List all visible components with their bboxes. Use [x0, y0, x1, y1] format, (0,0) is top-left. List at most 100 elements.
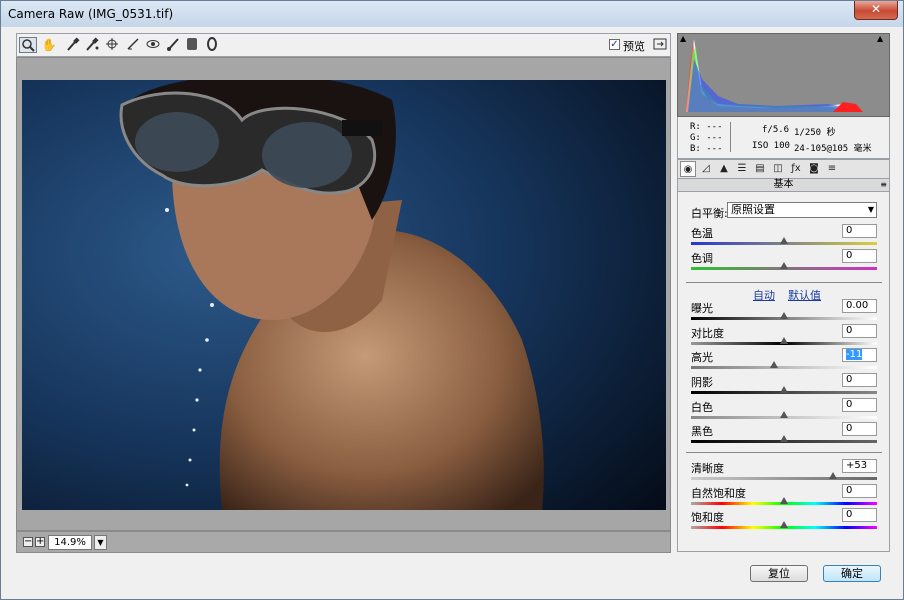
slider-value-field[interactable]: 0: [842, 373, 877, 387]
slider-label: 自然饱和度: [691, 487, 746, 500]
auto-link[interactable]: 自动: [753, 287, 775, 303]
preview-checkbox[interactable]: ✓: [609, 39, 620, 50]
tab-camera-calibration-icon[interactable]: ◙: [806, 161, 822, 177]
photo-preview[interactable]: [22, 80, 666, 510]
slider-thumb[interactable]: [780, 521, 788, 528]
slider-label: 色温: [691, 227, 713, 240]
white-balance-value: 原照设置: [731, 203, 775, 216]
red-eye-icon[interactable]: [144, 37, 162, 53]
slider-label: 饱和度: [691, 511, 724, 524]
slider-value-text: 0.00: [846, 300, 869, 311]
targeted-adjustment-icon[interactable]: [103, 37, 121, 53]
hand-tool-icon[interactable]: ✋: [40, 37, 58, 53]
zoom-bar: − + 14.9% ▼: [16, 531, 671, 553]
straighten-icon[interactable]: [124, 37, 142, 53]
separator: [686, 452, 882, 453]
slider-thumb[interactable]: [780, 337, 788, 344]
slider-value-field[interactable]: 0: [842, 508, 877, 522]
slider-value-field[interactable]: 0: [842, 324, 877, 338]
slider-value-text: 0: [846, 399, 853, 410]
toolbar: ✋ ✓ 预览: [16, 33, 671, 57]
reset-button[interactable]: 复位: [750, 565, 808, 582]
image-canvas[interactable]: [16, 57, 671, 531]
slider-value-text: 0: [846, 325, 853, 336]
slider-value-text: -11: [846, 349, 863, 360]
slider-thumb[interactable]: [780, 435, 788, 442]
slider-value-text: 0: [846, 509, 853, 520]
tab-basic-icon[interactable]: ◉: [680, 161, 696, 177]
tab-effects-icon[interactable]: ƒx: [788, 161, 804, 177]
slider-label: 清晰度: [691, 462, 724, 475]
slider-thumb[interactable]: [829, 472, 837, 479]
slider-label: 色调: [691, 252, 713, 265]
close-button[interactable]: ✕: [854, 1, 898, 20]
title-bar[interactable]: Camera Raw (IMG_0531.tif) ✕: [1, 1, 903, 27]
zoom-tool-icon[interactable]: [19, 37, 37, 53]
image-info: R: --- G: --- B: --- f/5.6 1/250 秒 ISO 1…: [677, 117, 890, 159]
white-balance-icon[interactable]: [64, 37, 82, 53]
basic-panel: 白平衡: 原照设置 ▼ 色温 0 色调 0 曝光 0.00 对比度 0 高光 -11 阴影 0 白色 0 黑…: [677, 192, 890, 552]
preview-label: 预览: [623, 40, 645, 53]
aperture: f/5.6: [762, 125, 790, 135]
slider-value-text: 0: [846, 225, 853, 236]
camera-raw-window: Camera Raw (IMG_0531.tif) ✕ ✋ ✓ 预览 − + 1…: [0, 0, 904, 600]
slider-thumb[interactable]: [780, 237, 788, 244]
slider-thumb[interactable]: [780, 386, 788, 393]
red-readout: R: ---: [690, 122, 723, 132]
histogram: ▲ ▲: [677, 33, 890, 117]
zoom-out-button[interactable]: −: [23, 537, 33, 547]
slider-value-text: 0: [846, 374, 853, 385]
blue-readout: B: ---: [690, 144, 723, 154]
default-link[interactable]: 默认值: [788, 287, 821, 303]
green-readout: G: ---: [690, 133, 723, 143]
slider-thumb[interactable]: [780, 312, 788, 319]
slider-label: 曝光: [691, 302, 713, 315]
slider-value-field[interactable]: 0: [842, 249, 877, 263]
radial-filter-icon[interactable]: [203, 37, 221, 53]
slider-value-text: 0: [846, 485, 853, 496]
tab-split-toning-icon[interactable]: ▤: [752, 161, 768, 177]
slider-value-field[interactable]: 0: [842, 484, 877, 498]
zoom-dropdown-icon[interactable]: ▼: [94, 535, 107, 550]
slider-value-field[interactable]: -11: [842, 348, 877, 362]
white-balance-select[interactable]: 原照设置 ▼: [727, 202, 877, 218]
slider-label: 高光: [691, 351, 713, 364]
iso: ISO 100: [752, 141, 790, 151]
slider-label: 黑色: [691, 425, 713, 438]
zoom-level-field[interactable]: 14.9%: [48, 535, 92, 550]
slider-value-field[interactable]: 0: [842, 422, 877, 436]
adjustment-brush-icon[interactable]: [164, 37, 182, 53]
lens: 24-105@105 毫米: [794, 144, 872, 154]
tab-detail-icon[interactable]: ▲: [716, 161, 732, 177]
panel-tabs: ◉ ◿ ▲ ☰ ▤ ◫ ƒx ◙ ≡: [677, 159, 890, 179]
separator: [686, 282, 882, 283]
panel-title: 基本 ≡: [677, 179, 890, 192]
tab-tone-curve-icon[interactable]: ◿: [698, 161, 714, 177]
slider-value-field[interactable]: +53: [842, 459, 877, 473]
slider-thumb[interactable]: [770, 361, 778, 368]
info-divider: [730, 122, 731, 152]
ok-button[interactable]: 确定: [823, 565, 881, 582]
slider-thumb[interactable]: [780, 262, 788, 269]
tab-lens-corrections-icon[interactable]: ◫: [770, 161, 786, 177]
slider-thumb[interactable]: [780, 411, 788, 418]
shutter-speed: 1/250 秒: [794, 128, 836, 138]
panel-title-text: 基本: [773, 179, 794, 190]
slider-track[interactable]: [691, 366, 877, 369]
panel-menu-icon[interactable]: ≡: [880, 179, 887, 191]
color-sampler-icon[interactable]: [83, 37, 101, 53]
slider-label: 阴影: [691, 376, 713, 389]
tab-presets-icon[interactable]: ≡: [824, 161, 840, 177]
slider-value-field[interactable]: 0: [842, 398, 877, 412]
slider-value-field[interactable]: 0: [842, 224, 877, 238]
fullscreen-icon[interactable]: [653, 37, 667, 51]
slider-thumb[interactable]: [780, 497, 788, 504]
slider-value-field[interactable]: 0.00: [842, 299, 877, 313]
slider-value-text: +53: [846, 460, 868, 471]
window-title: Camera Raw (IMG_0531.tif): [8, 7, 174, 21]
chevron-down-icon: ▼: [867, 205, 874, 214]
graduated-filter-icon[interactable]: [183, 37, 201, 53]
tab-hsl-icon[interactable]: ☰: [734, 161, 750, 177]
zoom-in-button[interactable]: +: [35, 537, 45, 547]
slider-track[interactable]: [691, 477, 877, 480]
